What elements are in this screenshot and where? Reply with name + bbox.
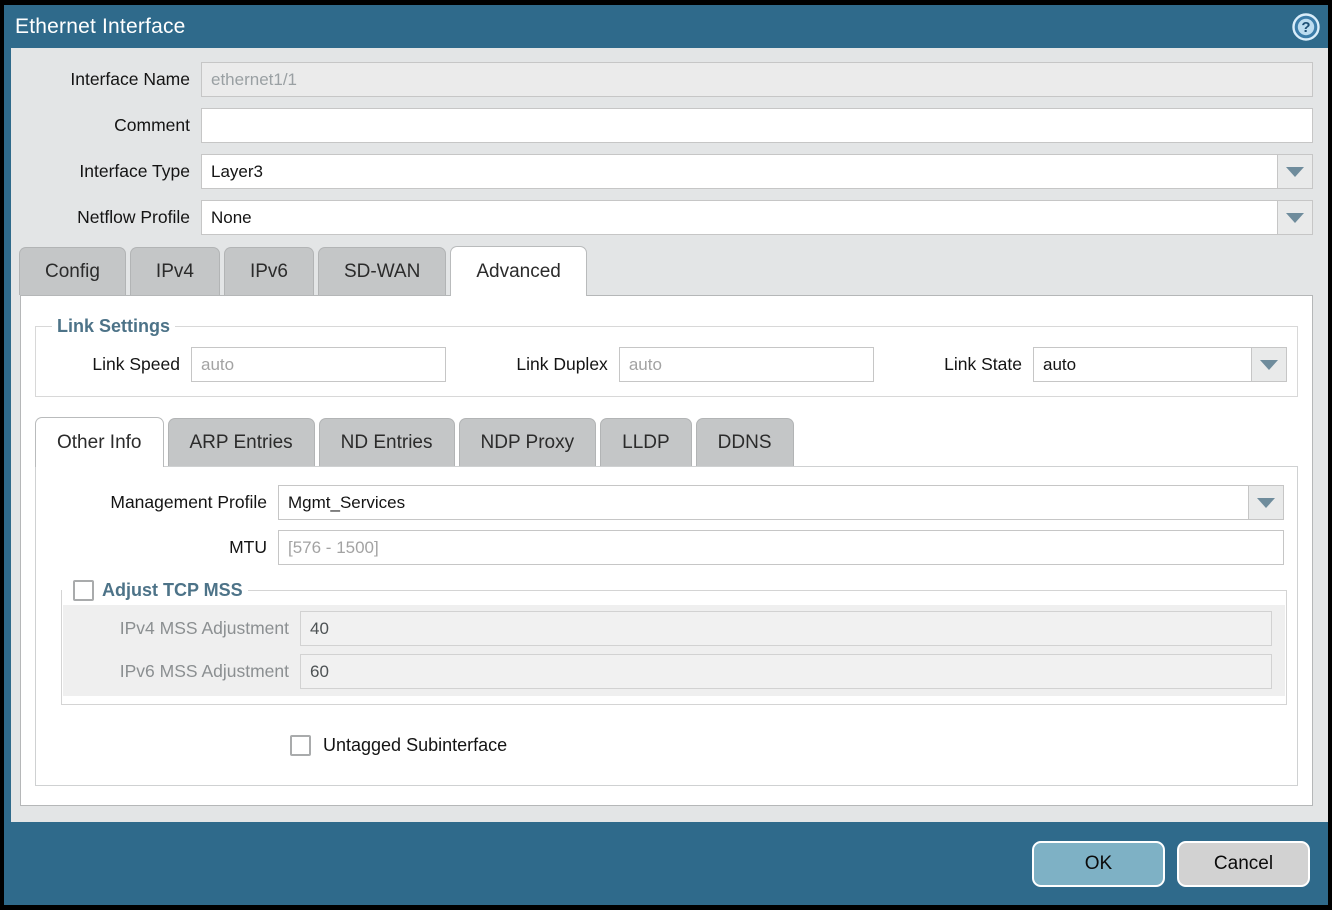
advanced-tab-panel: Link Settings Link Speed Link Duplex Lin… [20,295,1313,806]
comment-label: Comment [11,115,201,136]
untagged-subinterface-label: Untagged Subinterface [323,735,507,756]
interface-name-label: Interface Name [11,69,201,90]
interface-type-select[interactable] [201,154,1313,189]
chevron-down-icon [1286,213,1304,223]
ipv4-mss-row: IPv4 MSS Adjustment [63,611,1272,646]
link-speed-group: Link Speed [46,347,446,382]
link-settings-legend: Link Settings [52,316,175,337]
mtu-input[interactable] [278,530,1284,565]
interface-type-label: Interface Type [11,161,201,182]
adjust-tcp-mss-checkbox[interactable] [73,580,94,601]
interface-type-value[interactable] [201,154,1277,189]
comment-input[interactable] [201,108,1313,143]
tab-other-info[interactable]: Other Info [35,417,164,467]
tab-sd-wan[interactable]: SD-WAN [318,247,446,295]
link-state-dropdown-button[interactable] [1251,347,1287,382]
ipv4-mss-label: IPv4 MSS Adjustment [63,618,300,639]
dialog-body: Interface Name Comment Interface Type Ne… [4,48,1328,822]
ipv6-mss-input [300,654,1272,689]
netflow-profile-value[interactable] [201,200,1277,235]
svg-text:?: ? [1301,19,1310,36]
tab-ipv6[interactable]: IPv6 [224,247,314,295]
netflow-profile-dropdown-button[interactable] [1277,200,1313,235]
link-state-label: Link State [944,354,1033,375]
other-info-panel: Management Profile MTU Adjust TCP MSS [35,466,1298,786]
chevron-down-icon [1260,360,1278,370]
mss-disabled-area: IPv4 MSS Adjustment IPv6 MSS Adjustment [63,605,1285,696]
ipv4-mss-input [300,611,1272,646]
link-speed-label: Link Speed [46,354,191,375]
chevron-down-icon [1286,167,1304,177]
link-state-value[interactable] [1033,347,1251,382]
tab-advanced[interactable]: Advanced [450,246,587,296]
link-duplex-input[interactable] [619,347,874,382]
tab-config[interactable]: Config [19,247,126,295]
adjust-tcp-mss-fieldset: Adjust TCP MSS IPv4 MSS Adjustment IPv6 … [61,580,1287,705]
dialog-titlebar: Ethernet Interface ? [4,5,1328,48]
top-form: Interface Name Comment Interface Type Ne… [11,48,1328,235]
netflow-profile-select[interactable] [201,200,1313,235]
interface-name-input [201,62,1313,97]
cancel-button[interactable]: Cancel [1177,841,1310,887]
link-state-select[interactable] [1033,347,1287,382]
ok-button[interactable]: OK [1032,841,1165,887]
help-icon[interactable]: ? [1292,13,1320,41]
tab-lldp[interactable]: LLDP [600,418,692,466]
chevron-down-icon [1257,498,1275,508]
info-tab-strip: Other Info ARP Entries ND Entries NDP Pr… [35,417,1298,466]
main-tab-strip: Config IPv4 IPv6 SD-WAN Advanced [19,246,1313,295]
tab-ddns[interactable]: DDNS [696,418,794,466]
adjust-tcp-mss-label: Adjust TCP MSS [102,580,243,601]
management-profile-select[interactable] [278,485,1284,520]
management-profile-row: Management Profile [36,485,1284,520]
tab-arp-entries[interactable]: ARP Entries [168,418,315,466]
link-settings-fieldset: Link Settings Link Speed Link Duplex Lin… [35,316,1298,397]
link-settings-row: Link Speed Link Duplex Link State [46,347,1287,382]
interface-type-row: Interface Type [11,154,1313,189]
netflow-profile-row: Netflow Profile [11,200,1313,235]
tab-nd-entries[interactable]: ND Entries [319,418,455,466]
comment-row: Comment [11,108,1313,143]
netflow-profile-label: Netflow Profile [11,207,201,228]
dialog-footer: OK Cancel [4,822,1328,905]
tab-ndp-proxy[interactable]: NDP Proxy [459,418,597,466]
link-speed-input[interactable] [191,347,446,382]
link-duplex-group: Link Duplex [516,347,873,382]
link-duplex-label: Link Duplex [516,354,618,375]
ipv6-mss-label: IPv6 MSS Adjustment [63,661,300,682]
untagged-subinterface-checkbox[interactable] [290,735,311,756]
link-state-group: Link State [944,347,1287,382]
mtu-row: MTU [36,530,1284,565]
management-profile-value[interactable] [278,485,1248,520]
tab-ipv4[interactable]: IPv4 [130,247,220,295]
untagged-subinterface-row: Untagged Subinterface [290,735,1297,756]
adjust-tcp-mss-legend: Adjust TCP MSS [62,580,248,601]
dialog-title: Ethernet Interface [15,15,186,39]
ipv6-mss-row: IPv6 MSS Adjustment [63,654,1272,689]
interface-name-row: Interface Name [11,62,1313,97]
management-profile-dropdown-button[interactable] [1248,485,1284,520]
interface-type-dropdown-button[interactable] [1277,154,1313,189]
management-profile-label: Management Profile [36,492,278,513]
mtu-label: MTU [36,537,278,558]
